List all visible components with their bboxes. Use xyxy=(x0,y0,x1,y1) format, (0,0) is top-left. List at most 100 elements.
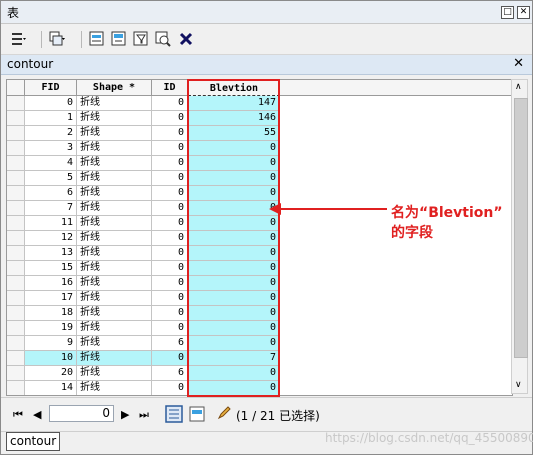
cell-shape[interactable]: 折线 xyxy=(77,156,152,171)
row-selector[interactable] xyxy=(7,126,25,141)
close-table-icon[interactable]: ✕ xyxy=(513,56,524,71)
cell-blevtion[interactable]: 0 xyxy=(188,246,280,261)
cell-id[interactable]: 0 xyxy=(152,261,188,276)
cell-fid[interactable]: 10 xyxy=(25,351,77,366)
cell-shape[interactable]: 折线 xyxy=(77,201,152,216)
cell-blevtion[interactable]: 0 xyxy=(188,276,280,291)
cell-blevtion[interactable]: 0 xyxy=(188,336,280,351)
cell-blevtion[interactable]: 147 xyxy=(188,96,280,111)
cell-blevtion[interactable]: 0 xyxy=(188,231,280,246)
table-row[interactable]: 15 折线 0 0 xyxy=(7,261,512,276)
cell-id[interactable]: 0 xyxy=(152,246,188,261)
row-selector[interactable] xyxy=(7,171,25,186)
cell-fid[interactable]: 14 xyxy=(25,381,77,395)
last-record-icon[interactable]: ⏭ xyxy=(139,408,149,422)
cell-id[interactable]: 0 xyxy=(152,321,188,336)
table-row[interactable]: 16 折线 0 0 xyxy=(7,276,512,291)
cell-shape[interactable]: 折线 xyxy=(77,261,152,276)
row-selector[interactable] xyxy=(7,231,25,246)
show-selected-records-icon[interactable] xyxy=(189,406,205,422)
cell-blevtion[interactable]: 0 xyxy=(188,156,280,171)
cell-blevtion[interactable]: 0 xyxy=(188,141,280,156)
cell-id[interactable]: 0 xyxy=(152,141,188,156)
row-selector[interactable] xyxy=(7,291,25,306)
cell-fid[interactable]: 1 xyxy=(25,111,77,126)
cell-id[interactable]: 0 xyxy=(152,156,188,171)
cell-blevtion[interactable]: 55 xyxy=(188,126,280,141)
select-by-attributes-icon[interactable] xyxy=(89,31,105,47)
cell-shape[interactable]: 折线 xyxy=(77,216,152,231)
cell-fid[interactable]: 5 xyxy=(25,171,77,186)
cell-blevtion[interactable]: 7 xyxy=(188,351,280,366)
zoom-to-selected-icon[interactable] xyxy=(155,31,171,47)
first-record-icon[interactable]: ⏮ xyxy=(13,408,23,422)
table-row[interactable]: 18 折线 0 0 xyxy=(7,306,512,321)
table-row[interactable]: 20 折线 6 0 xyxy=(7,366,512,381)
cell-blevtion[interactable]: 0 xyxy=(188,216,280,231)
scroll-down-icon[interactable]: ∨ xyxy=(515,380,522,390)
table-row[interactable]: 4 折线 0 0 xyxy=(7,156,512,171)
table-row[interactable]: 5 折线 0 0 xyxy=(7,171,512,186)
cell-blevtion[interactable]: 0 xyxy=(188,291,280,306)
cell-blevtion[interactable]: 0 xyxy=(188,186,280,201)
cell-shape[interactable]: 折线 xyxy=(77,381,152,395)
cell-fid[interactable]: 9 xyxy=(25,336,77,351)
related-tables-icon[interactable] xyxy=(49,31,65,47)
cell-id[interactable]: 0 xyxy=(152,186,188,201)
cell-fid[interactable]: 18 xyxy=(25,306,77,321)
cell-shape[interactable]: 折线 xyxy=(77,231,152,246)
cell-fid[interactable]: 11 xyxy=(25,216,77,231)
cell-shape[interactable]: 折线 xyxy=(77,96,152,111)
scroll-thumb[interactable] xyxy=(514,98,528,358)
scroll-up-icon[interactable]: ∧ xyxy=(515,82,522,92)
cell-id[interactable]: 0 xyxy=(152,291,188,306)
row-selector[interactable] xyxy=(7,321,25,336)
table-row[interactable]: 19 折线 0 0 xyxy=(7,321,512,336)
row-selector[interactable] xyxy=(7,306,25,321)
row-selector[interactable] xyxy=(7,276,25,291)
row-selector[interactable] xyxy=(7,156,25,171)
table-tab[interactable]: contour ✕ xyxy=(1,55,532,75)
table-row[interactable]: 10 折线 0 7 xyxy=(7,351,512,366)
table-row[interactable]: 17 折线 0 0 xyxy=(7,291,512,306)
row-selector[interactable] xyxy=(7,336,25,351)
cell-shape[interactable]: 折线 xyxy=(77,321,152,336)
cell-id[interactable]: 0 xyxy=(152,216,188,231)
cell-id[interactable]: 0 xyxy=(152,351,188,366)
cell-id[interactable]: 6 xyxy=(152,366,188,381)
cell-fid[interactable]: 15 xyxy=(25,261,77,276)
cell-id[interactable]: 0 xyxy=(152,276,188,291)
cell-id[interactable]: 0 xyxy=(152,171,188,186)
row-selector[interactable] xyxy=(7,366,25,381)
cell-fid[interactable]: 12 xyxy=(25,231,77,246)
row-selector[interactable] xyxy=(7,111,25,126)
cell-id[interactable]: 6 xyxy=(152,336,188,351)
cell-fid[interactable]: 4 xyxy=(25,156,77,171)
cell-fid[interactable]: 13 xyxy=(25,246,77,261)
cell-id[interactable]: 0 xyxy=(152,381,188,395)
cell-fid[interactable]: 16 xyxy=(25,276,77,291)
column-header-fid[interactable]: FID xyxy=(25,80,77,96)
cell-id[interactable]: 0 xyxy=(152,111,188,126)
vertical-scrollbar[interactable]: ∧ ∨ xyxy=(511,79,528,394)
next-record-icon[interactable]: ▶ xyxy=(121,408,129,421)
row-selector[interactable] xyxy=(7,261,25,276)
cell-blevtion[interactable]: 146 xyxy=(188,111,280,126)
cell-shape[interactable]: 折线 xyxy=(77,141,152,156)
cell-shape[interactable]: 折线 xyxy=(77,336,152,351)
table-row[interactable]: 3 折线 0 0 xyxy=(7,141,512,156)
cell-id[interactable]: 0 xyxy=(152,306,188,321)
cell-fid[interactable]: 19 xyxy=(25,321,77,336)
cell-shape[interactable]: 折线 xyxy=(77,351,152,366)
cell-shape[interactable]: 折线 xyxy=(77,126,152,141)
cell-shape[interactable]: 折线 xyxy=(77,276,152,291)
cell-shape[interactable]: 折线 xyxy=(77,291,152,306)
cell-blevtion[interactable]: 0 xyxy=(188,366,280,381)
table-row[interactable]: 9 折线 6 0 xyxy=(7,336,512,351)
cell-shape[interactable]: 折线 xyxy=(77,306,152,321)
cell-id[interactable]: 0 xyxy=(152,201,188,216)
cell-id[interactable]: 0 xyxy=(152,231,188,246)
cell-fid[interactable]: 7 xyxy=(25,201,77,216)
row-selector[interactable] xyxy=(7,351,25,366)
row-selector[interactable] xyxy=(7,186,25,201)
